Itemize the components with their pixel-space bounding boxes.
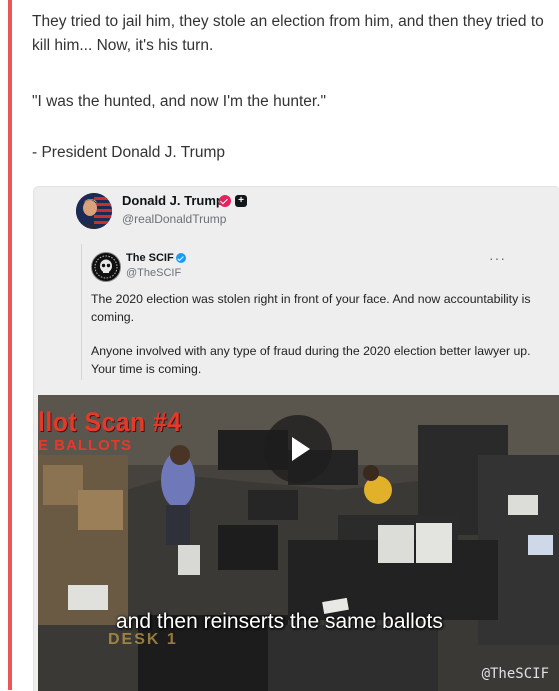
video-overlay-title: llot Scan #4	[38, 407, 182, 437]
quoted-author-handle[interactable]: @TheSCIF	[126, 267, 181, 279]
play-button[interactable]	[264, 415, 332, 483]
avatar[interactable]	[76, 193, 112, 229]
quote-accent-bar	[8, 0, 12, 690]
embedded-post-image[interactable]: Donald J. Trump + @realDonaldTrump The S…	[33, 186, 559, 691]
author-name[interactable]: Donald J. Trump	[122, 193, 224, 208]
play-icon	[292, 437, 310, 461]
thread-line	[81, 244, 82, 380]
flag-avatar-icon	[76, 193, 112, 229]
quoted-paragraph: Anyone involved with any type of fraud d…	[91, 344, 531, 376]
verified-badge-icon	[176, 253, 186, 263]
video-watermark: @TheSCIF	[481, 666, 549, 682]
verified-badge-icon	[219, 195, 231, 207]
quoted-post-text: The 2020 election was stolen right in fr…	[91, 290, 531, 378]
skull-logo-icon	[93, 254, 119, 280]
more-options-icon[interactable]: ···	[489, 250, 506, 266]
video-caption: and then reinserts the same ballots	[116, 610, 443, 633]
post-paragraph: They tried to jail him, they stole an el…	[32, 13, 544, 54]
author-handle[interactable]: @realDonaldTrump	[122, 212, 226, 226]
post-attribution: - President Donald J. Trump	[32, 144, 225, 161]
video-overlay-subtitle: E BALLOTS	[38, 437, 132, 454]
video-player[interactable]: llot Scan #4 E BALLOTS DESK 1 and then r…	[38, 395, 559, 691]
quoted-avatar[interactable]	[91, 252, 121, 282]
post-quote: "I was the hunted, and now I'm the hunte…	[32, 93, 327, 110]
quoted-author-name[interactable]: The SCIF	[126, 252, 174, 264]
government-badge-icon: +	[235, 195, 247, 207]
quoted-paragraph: The 2020 election was stolen right in fr…	[91, 292, 531, 324]
